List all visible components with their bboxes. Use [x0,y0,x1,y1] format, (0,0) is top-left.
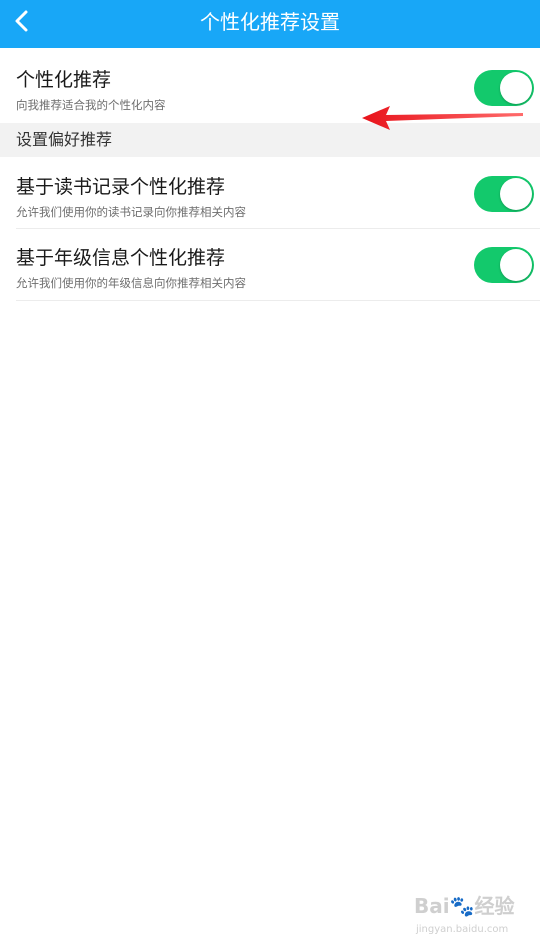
baidu-jingyan-watermark: Bai🐾经验 jingyan.baidu.com [410,890,535,946]
personalized-toggle[interactable] [474,70,534,106]
divider [16,300,540,301]
row-subtitle: 允许我们使用你的读书记录向你推荐相关内容 [16,205,246,219]
page-title: 个性化推荐设置 [200,10,340,34]
row-title: 个性化推荐 [16,69,112,91]
row-subtitle: 允许我们使用你的年级信息向你推荐相关内容 [16,276,246,290]
annotation-arrow [362,106,523,130]
row-title: 基于年级信息个性化推荐 [16,247,226,269]
reading-history-toggle[interactable] [474,176,534,212]
toggle-knob [500,178,532,210]
settings-row-grade-info: 基于年级信息个性化推荐 允许我们使用你的年级信息向你推荐相关内容 [0,229,540,301]
toggle-knob [500,72,532,104]
row-subtitle: 向我推荐适合我的个性化内容 [16,98,166,112]
watermark-url: jingyan.baidu.com [416,924,509,935]
row-title: 基于读书记录个性化推荐 [16,176,226,198]
toggle-knob [500,249,532,281]
section-label: 设置偏好推荐 [16,130,113,149]
app-header: 个性化推荐设置 [0,0,540,48]
watermark-logo: Bai🐾经验 [414,894,515,918]
grade-info-toggle[interactable] [474,247,534,283]
settings-row-reading-history: 基于读书记录个性化推荐 允许我们使用你的读书记录向你推荐相关内容 [0,157,540,229]
